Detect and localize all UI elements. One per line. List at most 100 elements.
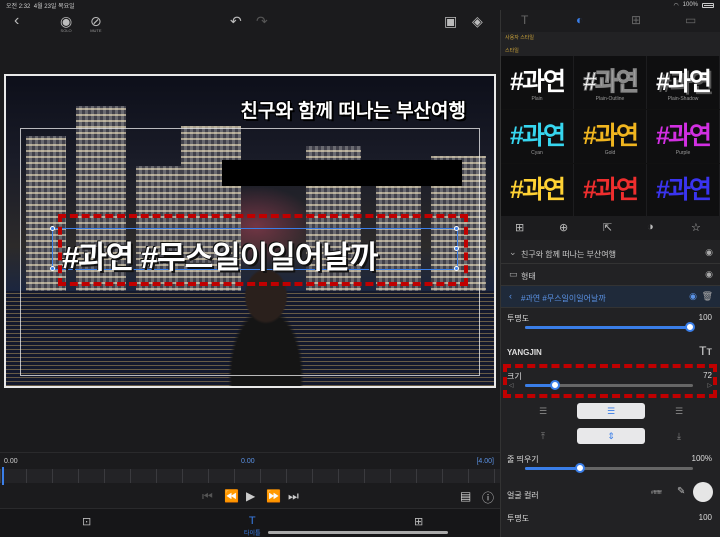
clip-info-button[interactable]: ▤	[460, 489, 471, 503]
wifi-icon: ◠	[673, 2, 679, 9]
layer-label: #과연 #무스일이일어날까	[521, 294, 606, 303]
style-sample: #과연	[656, 122, 712, 150]
solo-button[interactable]: ◉ SOLO	[60, 13, 72, 33]
layer-item[interactable]: ▭ 형태 ◉	[501, 264, 720, 286]
style-name: Purple	[675, 150, 691, 156]
style-preset[interactable]: #과연	[574, 164, 647, 217]
align-top-icon[interactable]: ⤒	[509, 428, 577, 444]
resize-handle[interactable]	[50, 226, 55, 231]
style-preset[interactable]: #과연 Plain-Outline	[574, 56, 647, 109]
title-icon: T	[248, 515, 256, 527]
add-layer-button[interactable]: ⊞	[515, 221, 524, 234]
playhead[interactable]	[2, 467, 4, 485]
style-preset[interactable]: #과연 Cyan	[501, 110, 574, 163]
layer-item-selected[interactable]: ‹ #과연 #무스일이일어날까 ◉ 🗑	[501, 286, 720, 308]
skip-end-button[interactable]: ⏭	[288, 489, 299, 504]
style-preset[interactable]: #과연 Gold	[574, 110, 647, 163]
export-button[interactable]: ⊞	[414, 515, 423, 528]
font-name[interactable]: YANGJIN	[507, 348, 542, 357]
redo-button[interactable]: ↷	[256, 13, 268, 30]
eye-icon[interactable]: ◉	[705, 247, 713, 258]
color-swatch[interactable]	[693, 482, 713, 502]
redo-icon: ↷	[256, 13, 268, 29]
timeline-strip[interactable]	[0, 469, 500, 483]
skip-start-button[interactable]: ⏮	[202, 489, 213, 504]
align-right-icon[interactable]: ☰	[645, 403, 713, 419]
media-button[interactable]: ⊡	[82, 515, 91, 528]
align-bottom-icon[interactable]: ⤓	[645, 428, 713, 444]
style-preset[interactable]: #과연 Plain-Shadow	[647, 56, 720, 109]
style-preset[interactable]: #과연 Plain	[501, 56, 574, 109]
style-sample: #과연	[583, 68, 640, 97]
style-icon[interactable]: ◑	[647, 221, 654, 233]
tab-text-icon[interactable]: T	[521, 13, 528, 27]
opacity-value: 100	[698, 313, 712, 322]
style-name: Plain-Outline	[595, 96, 625, 102]
style-preset[interactable]: #과연	[501, 164, 574, 217]
undo-button[interactable]: ↶	[230, 13, 242, 30]
opacity-label: 투명도	[507, 314, 530, 323]
status-battery: 100%	[682, 2, 698, 8]
style-preset[interactable]: #과연	[647, 164, 720, 217]
font-size-icon[interactable]: Tт	[699, 344, 712, 358]
timeline-end: [4.00]	[476, 458, 494, 465]
trash-icon[interactable]: 🗑	[702, 291, 713, 302]
layer-label: 친구와 함께 떠나는 부산여행	[521, 250, 616, 259]
mute-button[interactable]: ⊘ MUTE	[90, 13, 102, 33]
layers-button[interactable]: ◈	[472, 13, 483, 30]
eye-icon[interactable]: ◉	[689, 291, 697, 302]
eye-icon[interactable]: ◉	[705, 269, 713, 280]
help-button[interactable]: ⓘ	[482, 489, 494, 506]
tab-style-icon[interactable]: ◐	[576, 13, 583, 27]
timeline[interactable]: 0.00 0.00 [4.00]	[0, 452, 500, 488]
line-spacing-slider[interactable]	[525, 463, 693, 473]
style-sample: #과연	[656, 68, 712, 96]
align-left-icon[interactable]: ☰	[509, 403, 577, 419]
status-bar: 오전 2:32 4월 23일 목요일 ◠ 100%	[0, 0, 720, 10]
style-sample: #과연	[583, 122, 639, 150]
add-image-button[interactable]: ⊕	[559, 221, 568, 234]
slider-knob[interactable]	[575, 463, 586, 473]
favorite-star-icon[interactable]: ☆	[691, 221, 701, 234]
style-sample: #과연	[510, 122, 566, 150]
tab-grid-icon[interactable]: ⊞	[631, 13, 641, 27]
share-button[interactable]: ⇱	[603, 221, 612, 234]
style-sample: #과연	[510, 176, 566, 204]
opacity-slider[interactable]	[525, 322, 695, 332]
layer-item[interactable]: ⌄ 친구와 함께 떠나는 부산여행 ◉	[501, 242, 720, 264]
line-spacing-label: 줄 띄우기	[507, 455, 539, 464]
play-icon: ▶	[246, 489, 256, 503]
timeline-start: 0.00	[4, 458, 18, 465]
timeline-current: 0.00	[241, 458, 255, 465]
align-middle-icon[interactable]: ⇕	[577, 428, 645, 444]
back-button[interactable]: ‹	[14, 12, 19, 30]
skip-end-icon: ⏭	[288, 489, 299, 503]
slider-fill	[525, 326, 690, 329]
opacity-label: 투명도	[507, 514, 530, 523]
style-name: Plain	[531, 96, 543, 102]
layer-label: 형태	[521, 272, 536, 281]
step-back-button[interactable]: ⏪	[224, 489, 239, 503]
tab-image-icon[interactable]: ▭	[685, 13, 696, 27]
resize-handle[interactable]	[50, 266, 55, 271]
panel-actions: ⊞ ⊕ ⇱ ◑ ☆	[501, 216, 720, 240]
tab-title[interactable]: T 타이틀	[244, 515, 261, 537]
style-sample: #과연	[510, 68, 566, 96]
caption-top[interactable]: 친구와 함께 떠나는 부산여행	[226, 96, 466, 123]
style-preset[interactable]: #과연 Purple	[647, 110, 720, 163]
eyedropper-icon[interactable]: ✎	[677, 486, 685, 497]
media-icon: ⊡	[82, 516, 92, 528]
step-forward-button[interactable]: ⏩	[266, 489, 281, 503]
style-name: Cyan	[531, 150, 543, 156]
status-date: 4월 23일 목요일	[33, 3, 75, 10]
chevron-left-icon: ‹	[509, 291, 512, 301]
styles-grid: #과연 Plain #과연 Plain-Outline #과연 Plain-Shadow #…	[501, 56, 720, 217]
play-button[interactable]: ▶	[246, 489, 255, 503]
fit-frame-button[interactable]: ▣	[444, 13, 457, 30]
slider-knob[interactable]	[684, 322, 695, 332]
align-center-icon[interactable]: ☰	[577, 403, 645, 419]
layers-icon: ◈	[472, 13, 483, 29]
top-toolbar: ‹ ◉ SOLO ⊘ MUTE ↶ ↷ ▣ ◈	[0, 10, 500, 38]
style-sample: #과연	[656, 176, 712, 204]
shape-layer[interactable]	[222, 160, 462, 186]
